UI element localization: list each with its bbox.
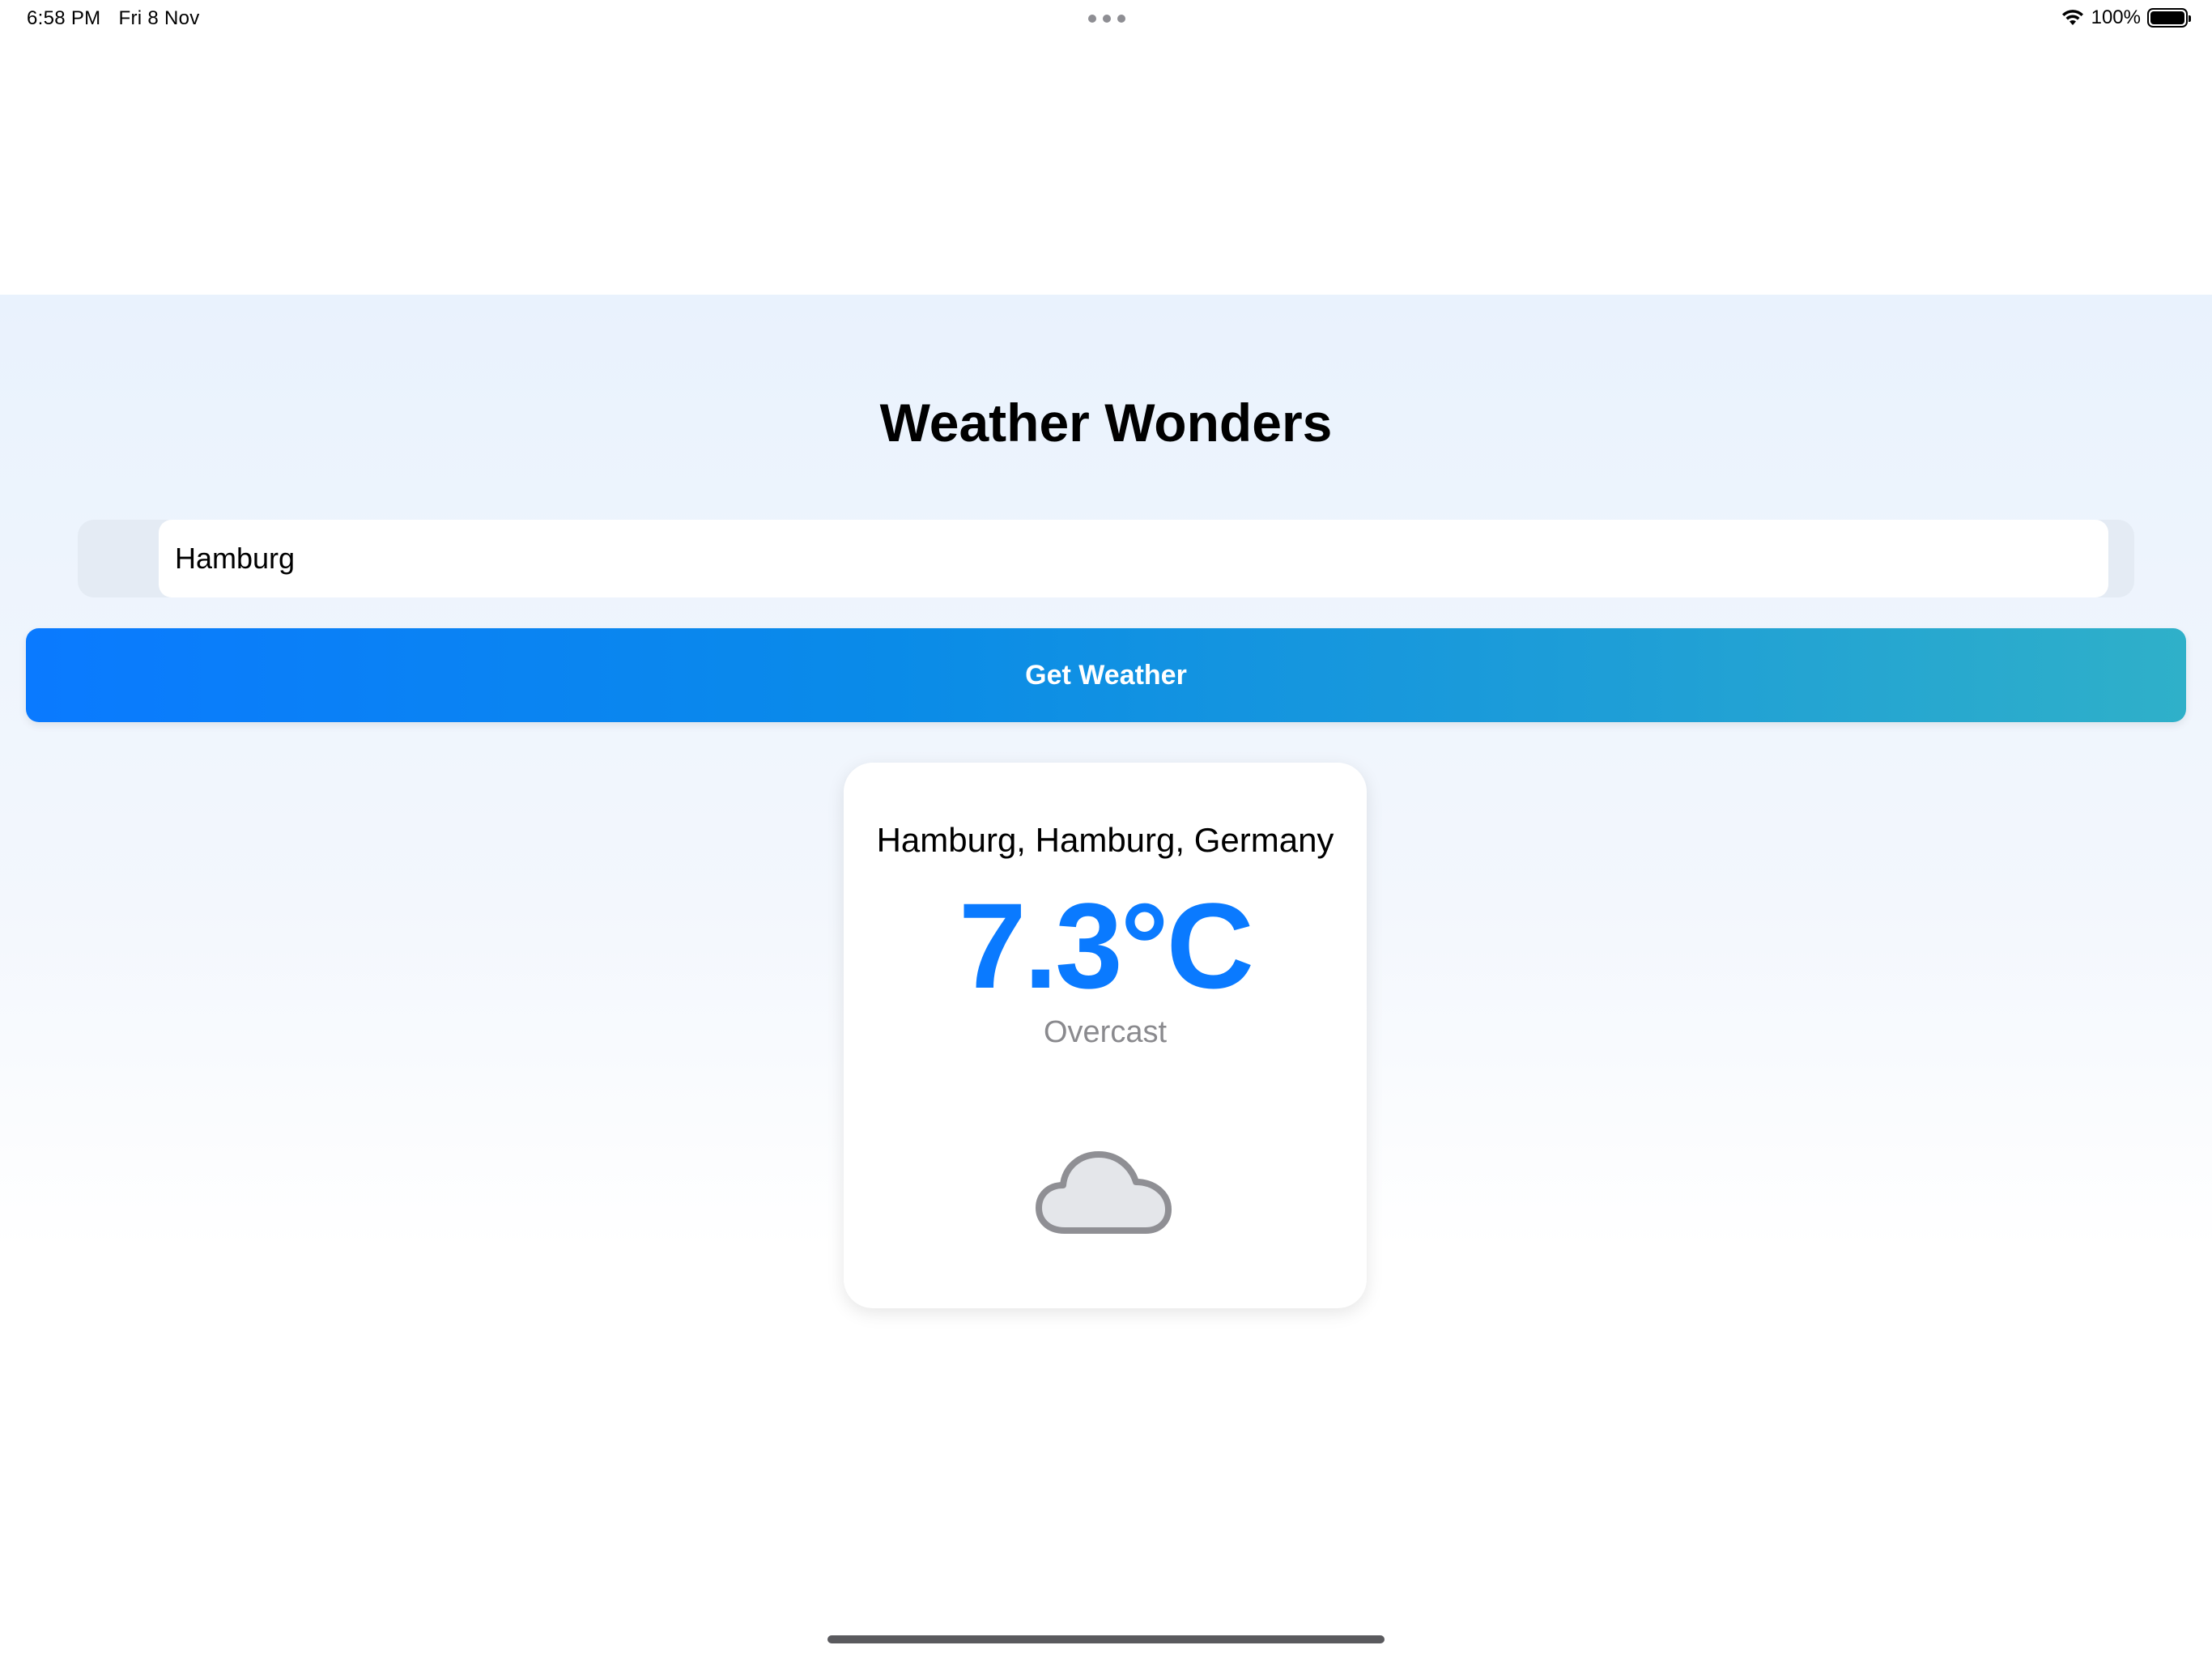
- page-title: Weather Wonders: [879, 393, 1333, 453]
- main-content: Weather Wonders Get Weather Hamburg, Ham…: [0, 295, 2212, 1658]
- status-time: 6:58 PM: [27, 7, 101, 29]
- search-input[interactable]: [159, 520, 2108, 597]
- status-left: 6:58 PM Fri 8 Nov: [27, 7, 200, 30]
- battery-percentage: 100%: [2091, 6, 2141, 28]
- battery-icon: [2147, 8, 2191, 28]
- get-weather-button[interactable]: Get Weather: [26, 628, 2186, 722]
- cloud-icon: [1032, 1135, 1178, 1244]
- weather-card: Hamburg, Hamburg, Germany 7.3°C Overcast: [844, 763, 1367, 1308]
- location-name: Hamburg, Hamburg, Germany: [876, 821, 1334, 859]
- wifi-icon: [2061, 9, 2085, 27]
- app-screen: 6:58 PM Fri 8 Nov 100% Weather Wonders H…: [0, 0, 2212, 1658]
- multitask-dots-icon[interactable]: [1088, 15, 1125, 23]
- temperature-value: 7.3°C: [959, 878, 1254, 1014]
- home-indicator[interactable]: [827, 1635, 1385, 1643]
- status-right: 100%: [2061, 6, 2191, 29]
- weather-condition: Overcast: [1043, 1015, 1168, 1049]
- status-date: Fri 8 Nov: [118, 7, 200, 29]
- status-bar: 6:58 PM Fri 8 Nov 100%: [0, 0, 2212, 40]
